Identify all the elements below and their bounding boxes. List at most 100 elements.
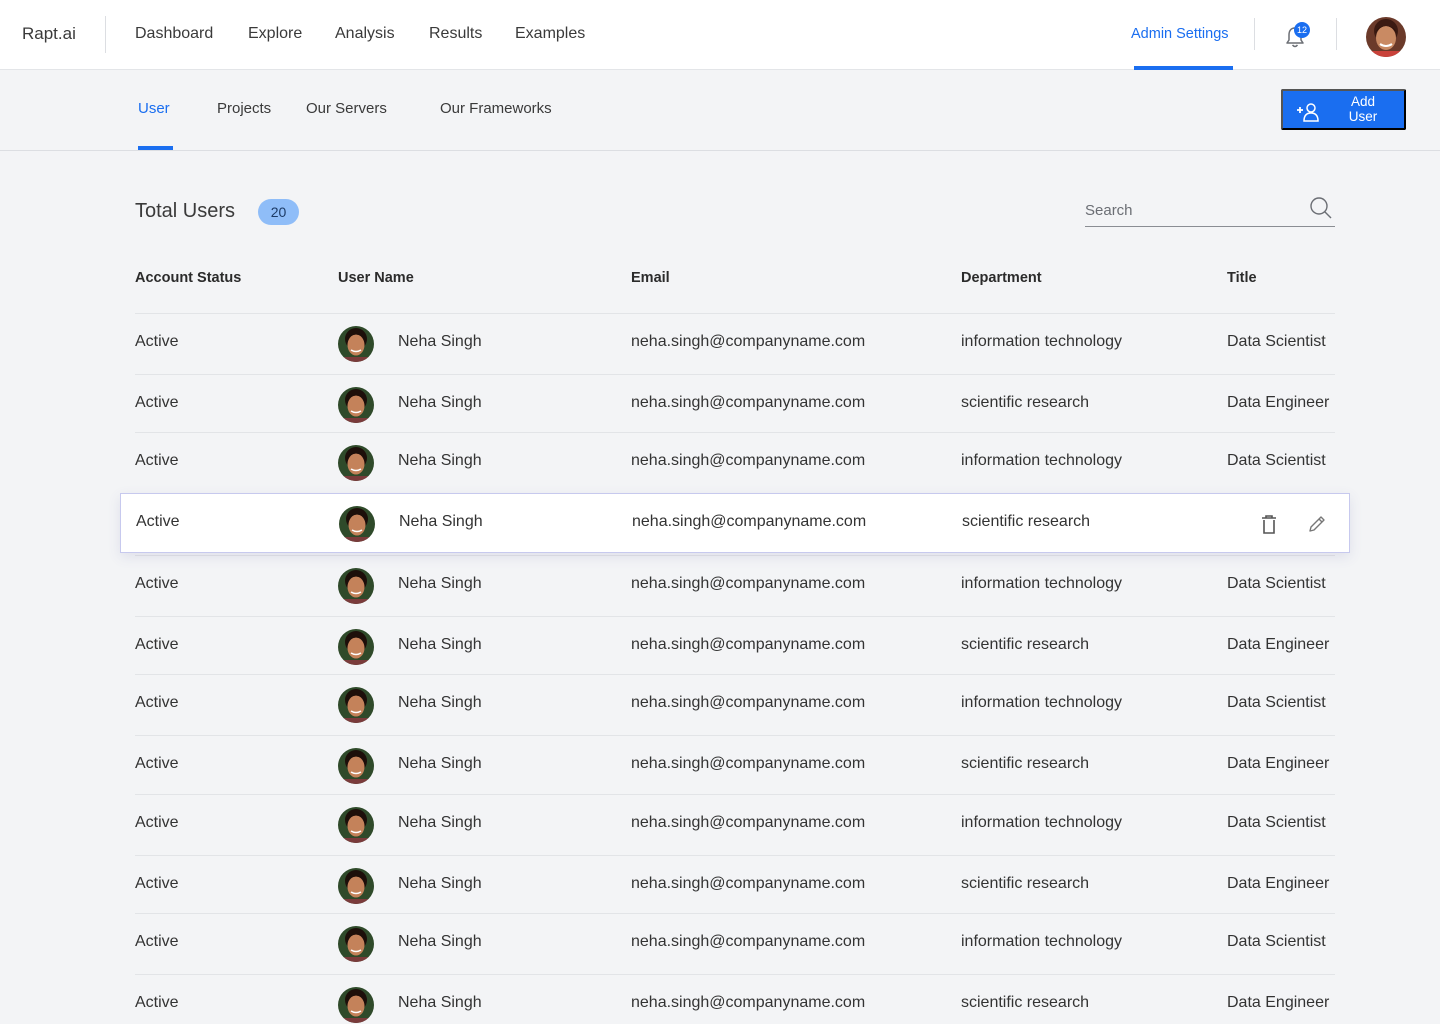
- account-status-cell: Active: [136, 513, 180, 530]
- top-navigation-bar: Rapt.ai Dashboard Explore Analysis Resul…: [0, 0, 1440, 70]
- table-row[interactable]: Active Neha Singh neha.singh@companyname.…: [135, 913, 1335, 973]
- department-cell: information technology: [961, 694, 1122, 711]
- department-cell: scientific research: [962, 513, 1091, 530]
- department-cell: scientific research: [961, 875, 1090, 892]
- title-cell: Data Scientist: [1227, 694, 1326, 711]
- pencil-icon[interactable]: [1306, 513, 1328, 535]
- nav-item-examples[interactable]: Examples: [515, 25, 585, 43]
- avatar: [339, 506, 375, 542]
- title-cell: Data Engineer: [1227, 755, 1330, 772]
- avatar: [338, 568, 374, 604]
- account-status-cell: Active: [135, 452, 179, 469]
- title-cell: Data Scientist: [1227, 333, 1326, 350]
- add-user-button[interactable]: Add User: [1281, 89, 1406, 130]
- table-row[interactable]: Active Neha Singh neha.singh@companyname.…: [135, 432, 1335, 492]
- table-row[interactable]: Active Neha Singh neha.singh@companyname.…: [135, 616, 1335, 676]
- notification-count-badge: 12: [1294, 22, 1310, 38]
- account-status-cell: Active: [135, 755, 179, 772]
- header-divider: [1336, 18, 1337, 50]
- table-row[interactable]: Active Neha Singh neha.singh@companyname.…: [135, 313, 1335, 373]
- user-name-cell: Neha Singh: [398, 636, 482, 653]
- nav-item-results[interactable]: Results: [429, 25, 482, 43]
- account-status-cell: Active: [135, 575, 179, 592]
- title-cell: Data Engineer: [1227, 636, 1330, 653]
- email-cell: neha.singh@companyname.com: [631, 933, 866, 950]
- department-cell: scientific research: [961, 636, 1090, 653]
- add-user-label: Add User: [1348, 94, 1378, 124]
- department-cell: information technology: [961, 333, 1122, 350]
- column-header-title[interactable]: Title: [1227, 270, 1257, 286]
- tab-our-servers[interactable]: Our Servers: [306, 100, 387, 117]
- department-cell: information technology: [961, 452, 1122, 469]
- department-cell: scientific research: [961, 755, 1090, 772]
- title-cell: Data Scientist: [1227, 814, 1326, 831]
- email-cell: neha.singh@companyname.com: [631, 575, 866, 592]
- title-cell: Data Scientist: [1227, 933, 1326, 950]
- table-row[interactable]: Active Neha Singh neha.singh@companyname.…: [135, 555, 1335, 615]
- avatar: [338, 445, 374, 481]
- account-status-cell: Active: [135, 636, 179, 653]
- title-cell: Data Engineer: [1227, 875, 1330, 892]
- total-users-count-badge: 20: [258, 199, 299, 225]
- column-header-department[interactable]: Department: [961, 270, 1042, 286]
- logo-divider: [105, 16, 106, 53]
- avatar: [338, 629, 374, 665]
- email-cell: neha.singh@companyname.com: [631, 755, 866, 772]
- table-row[interactable]: Active Neha Singh neha.singh@companyname.…: [135, 674, 1335, 734]
- user-name-cell: Neha Singh: [398, 394, 482, 411]
- user-name-cell: Neha Singh: [398, 575, 482, 592]
- user-name-cell: Neha Singh: [398, 933, 482, 950]
- tab-user[interactable]: User: [138, 100, 170, 117]
- email-cell: neha.singh@companyname.com: [632, 513, 867, 530]
- nav-item-dashboard[interactable]: Dashboard: [135, 25, 213, 43]
- account-status-cell: Active: [135, 875, 179, 892]
- department-cell: information technology: [961, 575, 1122, 592]
- user-name-cell: Neha Singh: [399, 513, 483, 530]
- nav-item-analysis[interactable]: Analysis: [335, 25, 395, 43]
- app-logo[interactable]: Rapt.ai: [22, 24, 76, 44]
- tab-projects[interactable]: Projects: [217, 100, 271, 117]
- title-cell: Data Engineer: [1227, 994, 1330, 1011]
- column-header-account-status[interactable]: Account Status: [135, 270, 241, 286]
- account-status-cell: Active: [135, 814, 179, 831]
- header-divider: [1254, 18, 1255, 50]
- user-name-cell: Neha Singh: [398, 814, 482, 831]
- table-row[interactable]: Active Neha Singh neha.singh@companyname.…: [135, 374, 1335, 434]
- table-row[interactable]: Active Neha Singh neha.singh@companyname.…: [135, 855, 1335, 915]
- search-box: [1085, 194, 1335, 227]
- account-status-cell: Active: [135, 333, 179, 350]
- account-status-cell: Active: [135, 394, 179, 411]
- column-header-email[interactable]: Email: [631, 270, 670, 286]
- add-user-icon: [1297, 103, 1319, 122]
- title-cell: Data Scientist: [1227, 452, 1326, 469]
- column-header-user-name[interactable]: User Name: [338, 270, 414, 286]
- table-row[interactable]: Active Neha Singh neha.singh@companyname.…: [135, 974, 1335, 1024]
- email-cell: neha.singh@companyname.com: [631, 875, 866, 892]
- avatar: [338, 387, 374, 423]
- avatar: [338, 807, 374, 843]
- user-name-cell: Neha Singh: [398, 333, 482, 350]
- search-icon[interactable]: [1309, 196, 1333, 220]
- email-cell: neha.singh@companyname.com: [631, 452, 866, 469]
- trash-icon[interactable]: [1258, 513, 1280, 535]
- email-cell: neha.singh@companyname.com: [631, 636, 866, 653]
- email-cell: neha.singh@companyname.com: [631, 333, 866, 350]
- department-cell: scientific research: [961, 394, 1090, 411]
- email-cell: neha.singh@companyname.com: [631, 994, 866, 1011]
- user-name-cell: Neha Singh: [398, 875, 482, 892]
- search-input[interactable]: [1085, 200, 1300, 220]
- nav-item-explore[interactable]: Explore: [248, 25, 302, 43]
- table-row[interactable]: Active Neha Singh neha.singh@companyname.…: [135, 794, 1335, 854]
- title-cell: Data Engineer: [1227, 394, 1330, 411]
- tab-our-frameworks[interactable]: Our Frameworks: [440, 100, 552, 117]
- table-row[interactable]: Active Neha Singh neha.singh@companyname.…: [120, 493, 1350, 553]
- avatar: [338, 326, 374, 362]
- table-row[interactable]: Active Neha Singh neha.singh@companyname.…: [135, 735, 1335, 795]
- email-cell: neha.singh@companyname.com: [631, 814, 866, 831]
- admin-subnav: User Projects Our Servers Our Frameworks…: [0, 70, 1440, 151]
- department-cell: information technology: [961, 933, 1122, 950]
- user-avatar[interactable]: [1366, 17, 1406, 57]
- user-name-cell: Neha Singh: [398, 994, 482, 1011]
- admin-settings-link[interactable]: Admin Settings: [1131, 26, 1229, 42]
- email-cell: neha.singh@companyname.com: [631, 694, 866, 711]
